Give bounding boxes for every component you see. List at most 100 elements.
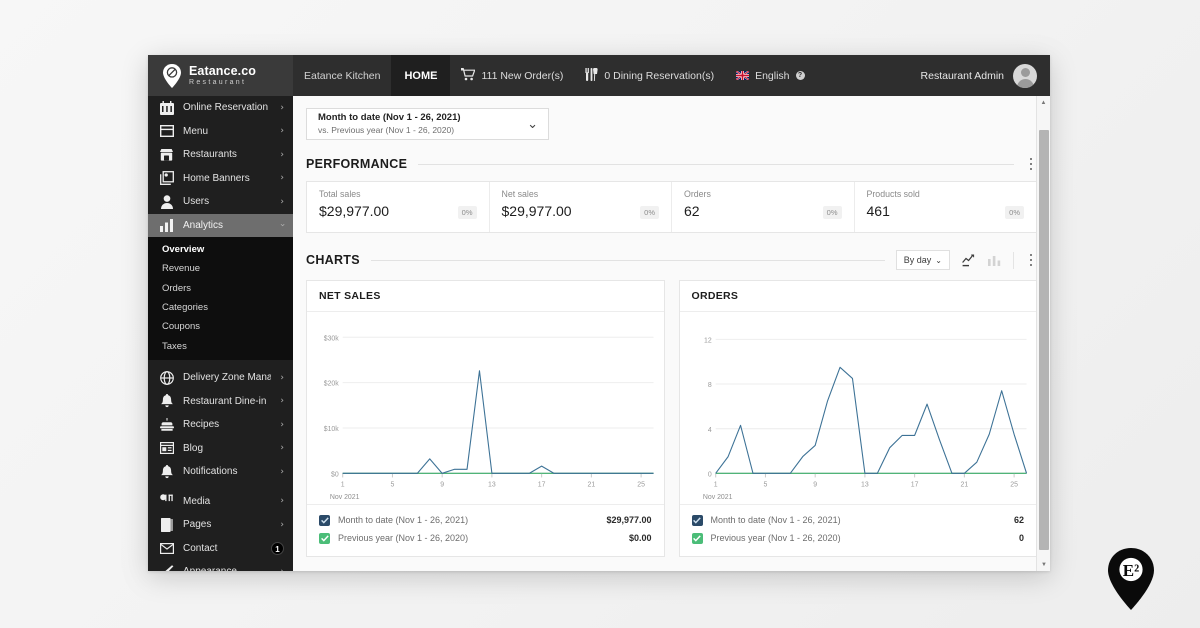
svg-text:21: 21 [960,482,968,489]
checkmark-icon[interactable] [319,532,330,544]
bell-icon [159,464,174,479]
net-sales-svg: $0 $10k $20k $30k 1 5 9 13 17 21 25 Nov 2021 [324,335,654,501]
nav-item-dining-reservations[interactable]: 0 Dining Reservation(s) [574,55,725,96]
question-mark-icon[interactable]: ? [795,71,805,80]
bar-chart-icon [159,218,174,233]
sidebar-item-media[interactable]: Media › [148,489,293,513]
brand-logo[interactable]: Eatance.co Restaurant [148,55,293,96]
metric-card-orders[interactable]: Orders 62 0% [672,182,855,232]
user-icon [159,194,174,209]
cake-icon [159,417,174,432]
interval-dropdown[interactable]: By day ⌄ [895,250,950,270]
app-window: Eatance.co Restaurant Eatance Kitchen HO… [148,55,1050,571]
main-content: Month to date (Nov 1 - 26, 2021) vs. Pre… [293,96,1050,571]
line-chart-icon[interactable] [961,253,976,268]
legend-value: 62 [1013,515,1024,525]
bar-chart-icon[interactable] [987,253,1002,268]
chevron-right-icon: › [280,466,284,477]
date-range-primary: Month to date (Nov 1 - 26, 2021) [318,111,461,123]
sidebar-subitem-revenue[interactable]: Revenue [148,259,293,278]
sidebar-item-label: Pages [183,519,212,531]
legend-row[interactable]: Previous year (Nov 1 - 26, 2020) 0 [691,529,1024,547]
metric-value: $29,977.00 [501,203,572,219]
legend-row[interactable]: Month to date (Nov 1 - 26, 2021) $29,977… [319,511,652,529]
legend-value: $0.00 [628,533,652,543]
vertical-scrollbar[interactable]: ▲ ▼ [1036,96,1050,571]
sidebar-item-label: Online Reservation [183,102,269,114]
divider [418,163,1014,165]
status-badge: 1 [271,541,284,555]
sidebar-item-label: Contact [183,542,218,554]
checkmark-icon[interactable] [691,514,703,526]
user-menu[interactable]: Restaurant Admin [921,63,1050,88]
sidebar-item-label: Restaurant Dine-in [183,395,267,407]
metric-card-net-sales[interactable]: Net sales $29,977.00 0% [490,182,672,232]
legend-row[interactable]: Month to date (Nov 1 - 26, 2021) 62 [691,511,1024,529]
book-icon [159,517,174,532]
caret-down-icon[interactable]: ▼ [1037,558,1050,571]
nav-item-eatance-kitchen[interactable]: Eatance Kitchen [293,55,391,96]
sidebar-subitem-coupons[interactable]: Coupons [148,317,293,336]
chevron-down-icon: › [277,223,288,228]
charts-section-header: CHARTS By day ⌄ [306,250,1037,270]
checkmark-icon[interactable] [319,514,330,526]
svg-text:$30k: $30k [324,335,339,342]
sidebar-item-label: Notifications [183,466,238,478]
chart-card-orders: ORDERS 0 4 8 12 1 5 9 13 17 21 25 Nov 2021 Month [678,280,1037,557]
user-avatar-icon[interactable] [1013,63,1037,88]
caret-up-icon[interactable]: ▲ [1037,96,1050,109]
chevron-right-icon: › [280,173,284,184]
metric-delta-badge: 0% [1005,206,1024,219]
legend-label: Previous year (Nov 1 - 26, 2020) [338,533,469,543]
metric-card-total-sales[interactable]: Total sales $29,977.00 0% [307,182,490,232]
e2-label: E² [1123,561,1139,580]
sidebar-item-notifications[interactable]: Notifications › [148,460,293,484]
images-icon [159,171,174,186]
sidebar-subitem-orders[interactable]: Orders [148,279,293,298]
media-icon [159,494,174,509]
sidebar-item-analytics[interactable]: Analytics › [148,213,293,237]
nav-item-home[interactable]: HOME [391,55,451,96]
date-range-selector[interactable]: Month to date (Nov 1 - 26, 2021) vs. Pre… [306,108,549,140]
page-root: Eatance.co Restaurant Eatance Kitchen HO… [0,0,1200,628]
metric-card-products-sold[interactable]: Products sold 461 0% [855,182,1037,232]
interval-label: By day [903,255,932,265]
sidebar-item-restaurants[interactable]: Restaurants › [148,143,293,167]
sidebar-subitem-overview[interactable]: Overview [148,240,293,259]
svg-text:25: 25 [1010,482,1018,489]
sidebar-item-delivery-zone-manager[interactable]: Delivery Zone Manager › [148,366,293,390]
nav-item-new-orders[interactable]: 111 New Order(s) [450,55,574,96]
checkmark-icon[interactable] [691,532,703,544]
metric-delta-badge: 0% [822,206,842,219]
chevron-down-icon[interactable]: ⌄ [527,118,538,131]
sidebar-item-contact[interactable]: Contact 1 [148,536,293,560]
chevron-right-icon: › [280,396,284,407]
sidebar-item-recipes[interactable]: Recipes › [148,413,293,437]
sidebar-item-menu[interactable]: Menu › [148,120,293,144]
sidebar-item-label: Delivery Zone Manager [183,372,272,384]
sidebar-item-pages[interactable]: Pages › [148,513,293,537]
chart-plot-orders: 0 4 8 12 1 5 9 13 17 21 25 Nov 2021 [680,312,1037,504]
bell-icon [159,394,174,409]
metric-label: Net sales [501,189,539,199]
nav-item-language[interactable]: English ? [725,55,815,96]
scrollbar-thumb[interactable] [1039,130,1049,550]
nav-label: HOME [404,69,438,82]
sidebar-subitem-taxes[interactable]: Taxes [148,336,293,355]
subitem-label: Orders [162,282,192,294]
svg-text:9: 9 [813,482,817,489]
chart-legend-orders: Month to date (Nov 1 - 26, 2021) 62 Prev… [679,504,1036,556]
sidebar-item-home-banners[interactable]: Home Banners › [148,167,293,191]
sidebar-item-blog[interactable]: Blog › [148,436,293,460]
sidebar-subitem-categories[interactable]: Categories [148,298,293,317]
legend-row[interactable]: Previous year (Nov 1 - 26, 2020) $0.00 [319,529,652,547]
metric-label: Total sales [319,189,361,199]
sidebar-item-online-reservation[interactable]: Online Reservation › [148,96,293,120]
svg-text:$10k: $10k [324,426,339,433]
svg-text:$20k: $20k [324,381,339,388]
sidebar-item-users[interactable]: Users › [148,190,293,214]
legend-label: Month to date (Nov 1 - 26, 2021) [710,515,841,525]
sidebar-item-appearance[interactable]: Appearance › [148,560,293,571]
sidebar-item-label: Restaurants [183,149,237,161]
sidebar-item-restaurant-dine-in[interactable]: Restaurant Dine-in › [148,389,293,413]
